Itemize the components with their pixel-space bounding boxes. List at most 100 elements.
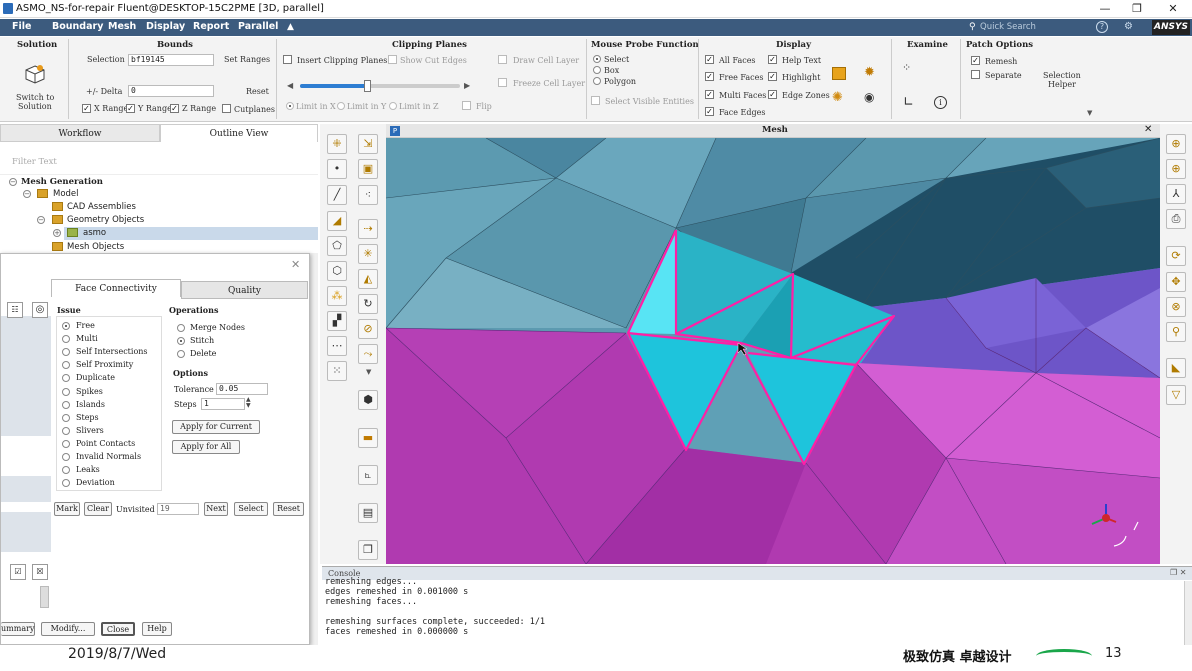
separate-checkbox[interactable]: [971, 70, 980, 79]
tree-geometry-objects[interactable]: Geometry Objects: [67, 215, 144, 225]
star-tool-icon[interactable]: ✳: [358, 244, 378, 264]
apply-for-current-button[interactable]: Apply for Current: [172, 420, 260, 434]
info-icon[interactable]: i: [934, 96, 947, 109]
cube-view-icon[interactable]: ⬢: [358, 390, 378, 410]
menu-display[interactable]: Display: [146, 21, 185, 32]
operation-radio[interactable]: [177, 337, 185, 345]
remesh-checkbox[interactable]: ✓: [971, 56, 980, 65]
axes-icon[interactable]: ⦜: [358, 465, 378, 485]
freeze-cell-layer-checkbox[interactable]: [498, 78, 507, 87]
next-button[interactable]: Next: [204, 502, 228, 516]
split-tool-icon[interactable]: ⇢: [358, 219, 378, 239]
dialog-close-icon[interactable]: ✕: [291, 258, 300, 271]
multi-faces-checkbox[interactable]: ✓: [705, 90, 714, 99]
y-range-checkbox[interactable]: ✓: [126, 104, 135, 113]
clip-slider-thumb[interactable]: [364, 80, 372, 92]
grid-tool-icon[interactable]: ▞: [327, 311, 347, 331]
mesh-viewport[interactable]: [386, 138, 1160, 564]
summary-button[interactable]: ummary: [1, 622, 35, 636]
axis-orient-icon[interactable]: ⅄: [1166, 184, 1186, 204]
magnify-icon[interactable]: ⚲: [1166, 322, 1186, 342]
z-range-checkbox[interactable]: ✓: [170, 104, 179, 113]
issue-radio[interactable]: [62, 322, 70, 330]
probe-arrow-icon[interactable]: ◣: [1166, 358, 1186, 378]
smooth-tool-icon[interactable]: ⤳: [358, 344, 378, 364]
scatter-tool-icon[interactable]: ⁖: [358, 185, 378, 205]
menu-expand-icon[interactable]: ▲: [287, 22, 294, 32]
mark-list-icon[interactable]: ☷: [7, 302, 23, 318]
menu-boundary[interactable]: Boundary: [52, 21, 103, 32]
check-list-icon[interactable]: ☑: [10, 564, 26, 580]
faces-display-icon[interactable]: [832, 67, 846, 80]
slider-right-arrow-icon[interactable]: ▶: [464, 81, 470, 90]
switch-to-solution-label-2[interactable]: Solution: [18, 102, 52, 111]
uncheck-list-icon[interactable]: ☒: [32, 564, 48, 580]
collapse-icon[interactable]: −: [9, 178, 17, 186]
delta-input[interactable]: 0: [128, 85, 214, 97]
cell-tool-icon[interactable]: ⬡: [327, 261, 347, 281]
apply-for-all-button[interactable]: Apply for All: [172, 440, 240, 454]
issue-radio[interactable]: [62, 400, 70, 409]
angle-icon[interactable]: ∟: [903, 95, 914, 110]
zoom-fit-icon[interactable]: ⊕: [1166, 134, 1186, 154]
console-scrollbar[interactable]: [1184, 581, 1192, 647]
mark-button[interactable]: Mark: [54, 502, 80, 516]
flip-checkbox[interactable]: [462, 101, 471, 110]
tree-mesh-generation[interactable]: Mesh Generation: [21, 177, 103, 187]
set-ranges-button[interactable]: Set Ranges: [224, 55, 270, 64]
link-tool-icon[interactable]: ⊘: [358, 319, 378, 339]
steps-spinner-icon[interactable]: ▲ ▼: [246, 397, 251, 409]
face-edges-checkbox[interactable]: ✓: [705, 107, 714, 116]
minimize-button[interactable]: —: [1088, 0, 1122, 18]
issue-radio[interactable]: [62, 413, 70, 422]
pan-icon[interactable]: ✥: [1166, 272, 1186, 292]
collapse-icon[interactable]: −: [23, 190, 31, 198]
selection-helper-label-1[interactable]: Selection: [1043, 71, 1081, 80]
toolbar-more-icon[interactable]: ▼: [366, 368, 371, 376]
tree-cad-assemblies[interactable]: CAD Assemblies: [67, 202, 136, 212]
quick-search-input[interactable]: ⚲ Quick Search: [966, 20, 1072, 35]
help-button[interactable]: Help: [142, 622, 172, 636]
maximize-button[interactable]: ❐: [1120, 0, 1154, 18]
mesh-graphics[interactable]: [386, 138, 1160, 564]
collapse-icon[interactable]: −: [37, 216, 45, 224]
switch-to-solution-icon[interactable]: [24, 64, 46, 84]
menu-mesh[interactable]: Mesh: [108, 21, 136, 32]
annotate-icon[interactable]: ▤: [358, 503, 378, 523]
tolerance-input[interactable]: 0.05: [216, 383, 268, 395]
settings-icon[interactable]: ⚙: [1124, 21, 1133, 32]
issue-radio[interactable]: [62, 426, 70, 435]
box-tool-icon[interactable]: ▣: [358, 159, 378, 179]
help-text-checkbox[interactable]: ✓: [768, 55, 777, 64]
reset-bounds-button[interactable]: Reset: [246, 87, 269, 96]
slider-left-arrow-icon[interactable]: ◀: [287, 81, 293, 90]
selection-helper-label-2[interactable]: Helper: [1048, 80, 1076, 89]
line-nodes-tool-icon[interactable]: ⋯: [327, 336, 347, 356]
tree-model[interactable]: Model: [53, 189, 79, 199]
tab-outline-view[interactable]: Outline View: [160, 124, 318, 142]
cutplanes-checkbox[interactable]: [222, 104, 231, 113]
clip-slider-track[interactable]: [300, 80, 460, 92]
console-restore-icon[interactable]: ❐ ✕: [1170, 568, 1186, 577]
issue-radio[interactable]: [62, 439, 70, 448]
tab-workflow[interactable]: Workflow: [0, 124, 160, 142]
sun-icon[interactable]: ✺: [832, 90, 843, 105]
select-node-tool-icon[interactable]: ⁜: [327, 134, 347, 154]
cluster-tool-icon[interactable]: ⁂: [327, 286, 347, 306]
expand-icon[interactable]: +: [53, 229, 61, 237]
menu-parallel[interactable]: Parallel: [238, 21, 278, 32]
show-cut-edges-checkbox[interactable]: [388, 55, 397, 64]
selection-input[interactable]: bf19145: [128, 54, 214, 66]
probe-select-radio[interactable]: [593, 55, 601, 63]
ruler-icon[interactable]: ▬: [358, 428, 378, 448]
limit-z-radio[interactable]: [389, 102, 397, 110]
tree-mesh-objects[interactable]: Mesh Objects: [67, 242, 124, 252]
insert-clipping-checkbox[interactable]: [283, 55, 292, 64]
menu-report[interactable]: Report: [193, 21, 229, 32]
operation-radio[interactable]: [177, 350, 185, 358]
eye-icon[interactable]: ◉: [864, 90, 874, 104]
select-button[interactable]: Select: [234, 502, 268, 516]
issue-radio[interactable]: [62, 387, 70, 396]
filter-icon[interactable]: ▽: [1166, 385, 1186, 405]
limit-x-radio[interactable]: [286, 102, 294, 110]
